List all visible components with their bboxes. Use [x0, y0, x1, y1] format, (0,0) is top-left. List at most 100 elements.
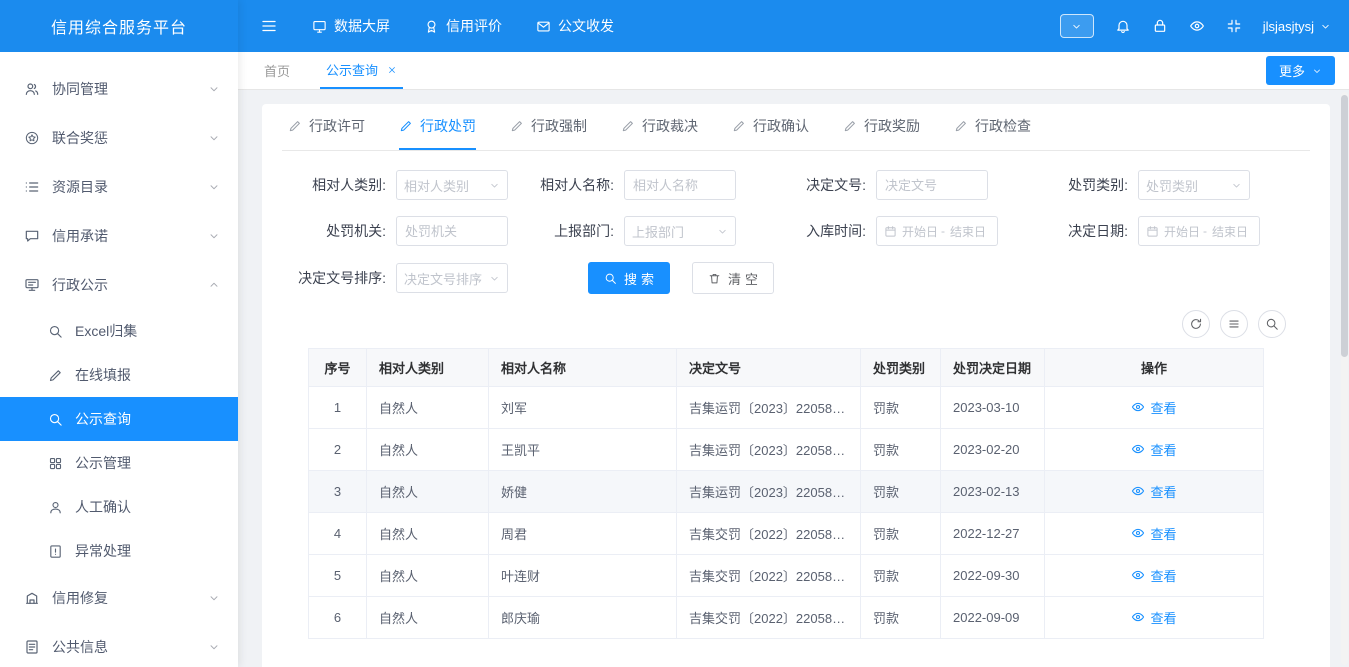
- column-settings-button[interactable]: [1220, 310, 1248, 338]
- select-placeholder: 处罚类别: [1146, 176, 1231, 195]
- tab-admin-inspection[interactable]: 行政检查: [954, 104, 1031, 150]
- decision-date-range-picker[interactable]: 开始日期 - 结束日期: [1138, 216, 1260, 246]
- column-header: 决定文号: [677, 349, 861, 387]
- tab-admin-ruling[interactable]: 行政裁决: [621, 104, 698, 150]
- top-nav-label: 信用评价: [446, 16, 502, 36]
- eye-icon: [1131, 484, 1145, 498]
- sidebar-item-credit-repair[interactable]: 信用修复: [0, 573, 238, 622]
- submenu-item-online-filling[interactable]: 在线填报: [0, 353, 238, 397]
- refresh-button[interactable]: [1182, 310, 1210, 338]
- doc-sort-select[interactable]: 决定文号排序: [396, 263, 508, 293]
- tab-public-query[interactable]: 公示查询: [320, 52, 403, 89]
- trash-icon: [708, 272, 721, 285]
- chevron-down-icon: [1071, 21, 1082, 32]
- top-nav-credit-evaluation[interactable]: 信用评价: [424, 16, 502, 36]
- tab-admin-confirmation[interactable]: 行政确认: [732, 104, 809, 150]
- view-link[interactable]: 查看: [1131, 524, 1176, 543]
- sidebar-item-label: 信用承诺: [52, 226, 196, 246]
- sidebar-item-public-notice[interactable]: 行政公示: [0, 260, 238, 309]
- tab-admin-license[interactable]: 行政许可: [288, 104, 365, 150]
- pencil-icon: [510, 119, 524, 133]
- cell-penalty: 罚款: [861, 555, 941, 597]
- view-link[interactable]: 查看: [1131, 608, 1176, 627]
- user-menu[interactable]: jlsjasjtysj: [1263, 19, 1331, 34]
- menu-toggle-button[interactable]: [260, 17, 278, 35]
- scrollbar[interactable]: [1341, 92, 1348, 665]
- tab-label: 行政奖励: [864, 116, 920, 136]
- button-label: 清空: [728, 269, 762, 288]
- tab-admin-reward[interactable]: 行政奖励: [843, 104, 920, 150]
- top-nav-data-screen[interactable]: 数据大屏: [312, 16, 390, 36]
- table-row: 1 自然人 刘军 吉集运罚〔2023〕2205820... 罚款 2023-03…: [309, 387, 1264, 429]
- submenu-item-manual-confirm[interactable]: 人工确认: [0, 485, 238, 529]
- sidebar-item-credit-promise[interactable]: 信用承诺: [0, 211, 238, 260]
- speech-bubble-icon: [24, 228, 40, 244]
- select-placeholder: 相对人类别: [404, 176, 489, 195]
- cell-date: 2022-09-09: [941, 597, 1045, 639]
- search-button[interactable]: 搜索: [588, 262, 670, 294]
- visibility-button[interactable]: [1189, 18, 1205, 34]
- report-dept-select[interactable]: 上报部门: [624, 216, 736, 246]
- cell-type: 自然人: [367, 429, 489, 471]
- cell-seq: 1: [309, 387, 367, 429]
- tab-admin-coercion[interactable]: 行政强制: [510, 104, 587, 150]
- notification-button[interactable]: [1115, 18, 1131, 34]
- cell-name: 刘军: [489, 387, 677, 429]
- storage-time-range-picker[interactable]: 开始日期 - 结束日期: [876, 216, 998, 246]
- table-row: 4 自然人 周君 吉集交罚〔2022〕2205820... 罚款 2022-12…: [309, 513, 1264, 555]
- top-nav-document-exchange[interactable]: 公文收发: [536, 16, 614, 36]
- sidebar-item-joint-reward-punish[interactable]: 联合奖惩: [0, 113, 238, 162]
- tab-admin-penalty[interactable]: 行政处罚: [399, 104, 476, 150]
- more-button[interactable]: 更多: [1266, 56, 1335, 85]
- eye-icon: [1131, 442, 1145, 456]
- sidebar-item-resource-catalog[interactable]: 资源目录: [0, 162, 238, 211]
- doc-no-input[interactable]: [876, 170, 988, 200]
- filter-label: 相对人名称:: [534, 175, 614, 195]
- lock-icon: [1152, 18, 1168, 34]
- building-icon: [24, 590, 40, 606]
- view-link[interactable]: 查看: [1131, 398, 1176, 417]
- relative-name-input[interactable]: [624, 170, 736, 200]
- submenu-item-public-manage[interactable]: 公示管理: [0, 441, 238, 485]
- topbar: 数据大屏 信用评价 公文收发: [238, 0, 1349, 52]
- cell-date: 2022-12-27: [941, 513, 1045, 555]
- app-title: 信用综合服务平台: [0, 0, 238, 52]
- topbar-dropdown[interactable]: [1060, 14, 1094, 38]
- relative-type-select[interactable]: 相对人类别: [396, 170, 508, 200]
- cell-doc: 吉集交罚〔2022〕2205820...: [677, 597, 861, 639]
- clear-button[interactable]: 清空: [692, 262, 774, 294]
- submenu-item-excel-collection[interactable]: Excel归集: [0, 309, 238, 353]
- eye-icon: [1131, 400, 1145, 414]
- sidebar-item-label: 联合奖惩: [52, 128, 196, 148]
- table-header-row: 序号 相对人类别 相对人名称 决定文号 处罚类别 处罚决定日期 操作: [309, 349, 1264, 387]
- search-icon: [604, 272, 617, 285]
- penalty-org-input[interactable]: [396, 216, 508, 246]
- close-icon[interactable]: [387, 65, 397, 75]
- view-link[interactable]: 查看: [1131, 482, 1176, 501]
- hamburger-icon: [260, 17, 278, 35]
- fullscreen-button[interactable]: [1226, 18, 1242, 34]
- sidebar-item-collaboration[interactable]: 协同管理: [0, 64, 238, 113]
- zoom-button[interactable]: [1258, 310, 1286, 338]
- submenu-item-exception-handle[interactable]: 异常处理: [0, 529, 238, 573]
- view-link[interactable]: 查看: [1131, 566, 1176, 585]
- page-tabbar: 首页 公示查询 更多: [238, 52, 1349, 90]
- scrollbar-thumb[interactable]: [1341, 95, 1348, 357]
- view-link[interactable]: 查看: [1131, 440, 1176, 459]
- sidebar-item-label: 协同管理: [52, 79, 196, 99]
- cell-name: 叶连财: [489, 555, 677, 597]
- date-end-placeholder: 结束日期: [950, 223, 984, 240]
- category-tabs: 行政许可 行政处罚 行政强制 行政裁决 行政确认: [282, 104, 1310, 151]
- penalty-type-select[interactable]: 处罚类别: [1138, 170, 1250, 200]
- submenu-item-public-query[interactable]: 公示查询: [0, 397, 238, 441]
- tab-label: 行政裁决: [642, 116, 698, 136]
- tab-home[interactable]: 首页: [264, 61, 290, 80]
- table-tools: [282, 308, 1310, 348]
- eye-icon: [1131, 526, 1145, 540]
- lock-button[interactable]: [1152, 18, 1168, 34]
- sidebar-item-public-info[interactable]: 公共信息: [0, 622, 238, 667]
- pencil-icon: [954, 119, 968, 133]
- date-start-placeholder: 开始日期: [902, 223, 936, 240]
- cell-name: 娇健: [489, 471, 677, 513]
- edit-icon: [48, 368, 63, 383]
